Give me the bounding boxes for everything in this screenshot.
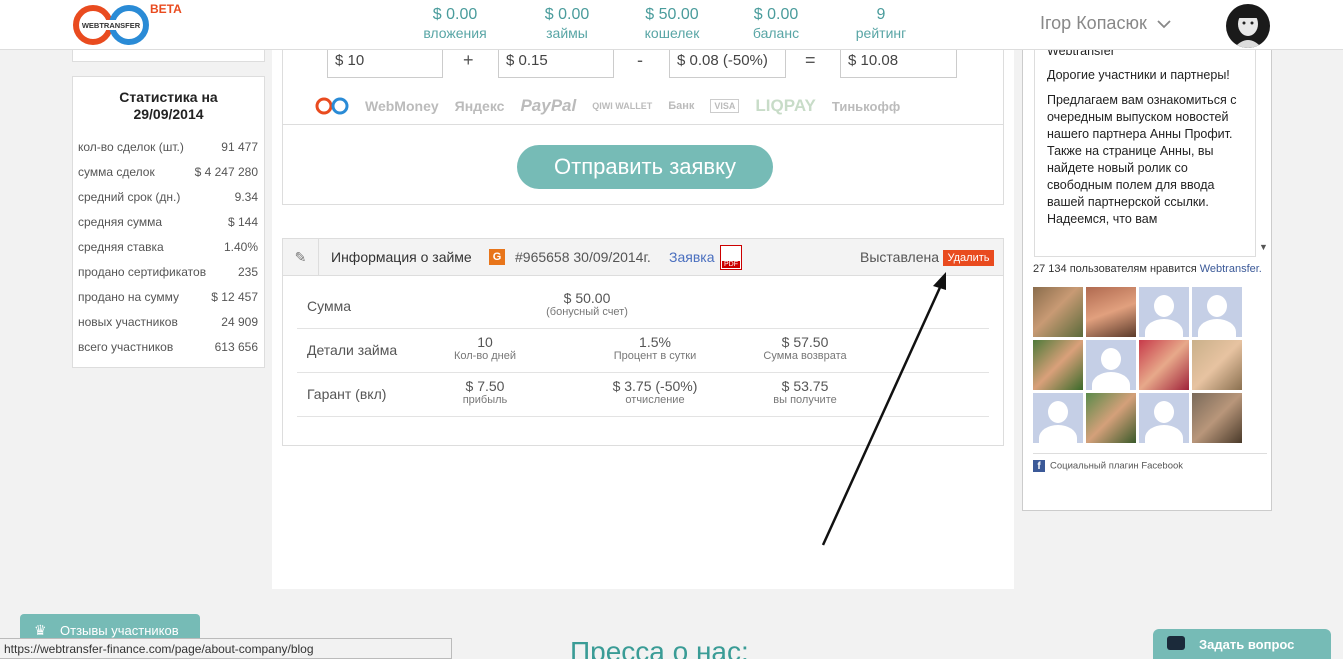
news-heading: Webtransfer bbox=[1047, 50, 1115, 58]
fan-avatar[interactable] bbox=[1086, 340, 1136, 390]
paypal-logo: PayPal bbox=[520, 96, 577, 115]
table-row: Гарант (вкл) $ 7.50 прибыль $ 3.75 (-50%… bbox=[297, 373, 989, 417]
user-menu[interactable]: Ігор Копасюк bbox=[1040, 13, 1172, 34]
fan-avatar[interactable] bbox=[1086, 393, 1136, 443]
stats-row: продано на сумму $ 12 457 bbox=[78, 290, 258, 304]
statistics-title: Статистика на 29/09/2014 bbox=[119, 89, 218, 122]
visa-mastercard-logo: VISA bbox=[710, 99, 740, 113]
fan-avatar[interactable] bbox=[1033, 287, 1083, 337]
loan-info-panel: ✎ Информация о займе G #965658 30/09/201… bbox=[282, 238, 1004, 446]
facebook-widget: Webtransfer Дорогие участники и партнеры… bbox=[1022, 50, 1272, 511]
stats-row: сумма сделок $ 4 247 280 bbox=[78, 165, 258, 179]
stats-row: кол-во сделок (шт.) 91 477 bbox=[78, 140, 258, 154]
facebook-likes: 27 134 пользователям нравится Webtransfe… bbox=[1033, 263, 1262, 275]
stat-balance[interactable]: $ 0.00 баланс bbox=[726, 6, 826, 41]
webmoney-logo: WebMoney bbox=[365, 98, 439, 114]
fan-avatar[interactable] bbox=[1139, 287, 1189, 337]
fan-avatar[interactable] bbox=[1033, 393, 1083, 443]
fee-input[interactable]: $ 0.08 (-50%) bbox=[669, 50, 786, 78]
table-row: Сумма $ 50.00 (бонусный счет) bbox=[297, 285, 989, 329]
interest-input[interactable]: $ 0.15 bbox=[498, 50, 614, 78]
stats-row: продано сертификатов 235 bbox=[78, 265, 258, 279]
avatar[interactable] bbox=[1226, 4, 1270, 48]
sidebar-top-panel bbox=[72, 50, 265, 62]
guarantee-badge: G bbox=[489, 249, 505, 265]
loan-id-date: #965658 30/09/2014г. bbox=[515, 249, 651, 265]
divider bbox=[283, 124, 1003, 125]
fan-avatar[interactable] bbox=[1192, 393, 1242, 443]
fan-avatar[interactable] bbox=[1033, 340, 1083, 390]
fan-avatar[interactable] bbox=[1139, 340, 1189, 390]
minus-sign: - bbox=[637, 50, 643, 70]
equals-sign: = bbox=[805, 50, 816, 70]
total-input[interactable]: $ 10.08 bbox=[840, 50, 957, 78]
news-feed[interactable]: Webtransfer Дорогие участники и партнеры… bbox=[1034, 50, 1256, 257]
facebook-icon: f bbox=[1033, 460, 1045, 472]
payment-methods: WebMoney Яндекс PayPal QIWI WALLET Банк … bbox=[315, 96, 900, 116]
stats-row: средняя сумма $ 144 bbox=[78, 215, 258, 229]
liqpay-logo: LIQPAY bbox=[755, 96, 816, 115]
facebook-faces bbox=[1033, 287, 1245, 443]
stat-wallet[interactable]: $ 50.00 кошелек bbox=[622, 6, 722, 41]
submit-request-button[interactable]: Отправить заявку bbox=[517, 145, 773, 189]
plus-sign: + bbox=[463, 50, 474, 70]
loan-info-title: Информация о займе bbox=[331, 249, 472, 265]
scroll-down-arrow[interactable]: ▼ bbox=[1259, 242, 1268, 252]
fan-avatar[interactable] bbox=[1192, 287, 1242, 337]
chevron-down-icon bbox=[1157, 20, 1171, 29]
svg-text:WEBTRANSFER: WEBTRANSFER bbox=[82, 21, 141, 30]
pencil-icon[interactable]: ✎ bbox=[283, 239, 319, 275]
browser-status-bar: https://webtransfer-finance.com/page/abo… bbox=[0, 638, 452, 659]
news-greeting: Дорогие участники и партнеры! bbox=[1047, 68, 1230, 82]
stat-investments[interactable]: $ 0.00 вложения bbox=[405, 6, 505, 41]
yandex-logo: Яндекс bbox=[454, 98, 505, 114]
stats-row: новых участников 24 909 bbox=[78, 315, 258, 329]
top-header: WEBTRANSFER BETA $ 0.00 вложения $ 0.00 … bbox=[0, 0, 1343, 50]
facebook-plugin-footer[interactable]: f Социальный плагин Facebook bbox=[1033, 453, 1267, 472]
chat-icon bbox=[1167, 636, 1185, 650]
amount-input[interactable]: $ 10 bbox=[327, 50, 443, 78]
fan-avatar[interactable] bbox=[1086, 287, 1136, 337]
table-row: Детали займа 10 Кол-во дней 1.5% Процент… bbox=[297, 329, 989, 373]
user-name: Ігор Копасюк bbox=[1040, 13, 1147, 33]
pdf-icon[interactable] bbox=[720, 245, 742, 270]
fan-avatar[interactable] bbox=[1139, 393, 1189, 443]
news-body: Предлагаем вам ознакомиться с очередным … bbox=[1047, 93, 1237, 226]
loan-info-table: Сумма $ 50.00 (бонусный счет) Детали зай… bbox=[297, 285, 989, 417]
stat-loans[interactable]: $ 0.00 займы bbox=[517, 6, 617, 41]
loan-request-form: $ 10 + $ 0.15 - $ 0.08 (-50%) = $ 10.08 … bbox=[282, 50, 1004, 205]
request-link[interactable]: Заявка bbox=[669, 249, 714, 265]
delete-button[interactable]: Удалить bbox=[943, 250, 994, 266]
qiwi-logo: QIWI WALLET bbox=[592, 101, 653, 111]
beta-label: BETA bbox=[150, 2, 182, 16]
stat-rating[interactable]: 9 рейтинг bbox=[831, 6, 931, 41]
facebook-page-link[interactable]: Webtransfer. bbox=[1200, 263, 1262, 275]
fan-avatar[interactable] bbox=[1192, 340, 1242, 390]
press-heading: Пресса о нас: bbox=[570, 636, 749, 659]
webtransfer-pay-icon bbox=[315, 97, 349, 115]
stats-row: средняя ставка 1.40% bbox=[78, 240, 258, 254]
statistics-panel: Статистика на 29/09/2014 кол-во сделок (… bbox=[72, 76, 265, 368]
stats-row: средний срок (дн.) 9.34 bbox=[78, 190, 258, 204]
loan-status: Выставлена bbox=[860, 249, 940, 265]
crown-icon: ♛ bbox=[34, 622, 47, 638]
main-content: $ 10 + $ 0.15 - $ 0.08 (-50%) = $ 10.08 … bbox=[272, 50, 1014, 589]
ask-question-button[interactable]: Задать вопрос bbox=[1153, 629, 1331, 659]
tinkoff-logo: Тинькофф bbox=[831, 98, 901, 114]
stats-row: всего участников 613 656 bbox=[78, 340, 258, 354]
loan-info-header: ✎ Информация о займе G #965658 30/09/201… bbox=[283, 239, 1003, 276]
webtransfer-logo[interactable]: WEBTRANSFER bbox=[72, 4, 152, 46]
bank-logo: Банк bbox=[668, 100, 695, 112]
